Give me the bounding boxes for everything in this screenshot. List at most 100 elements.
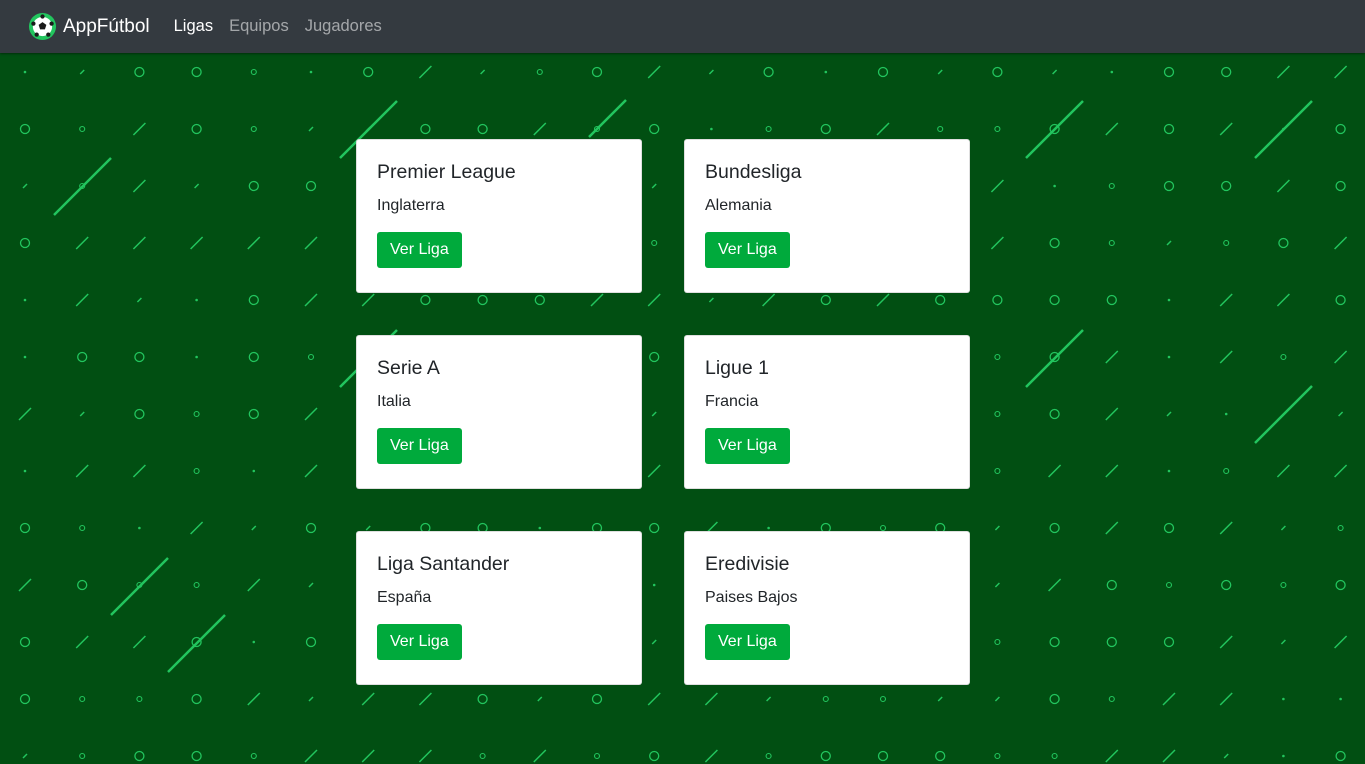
view-league-button[interactable]: Ver Liga	[377, 232, 462, 268]
pattern-mark	[363, 66, 374, 78]
view-league-button[interactable]: Ver Liga	[705, 624, 790, 660]
pattern-mark	[1219, 122, 1233, 136]
pattern-mark	[822, 695, 829, 703]
pattern-mark	[195, 298, 198, 302]
pattern-mark	[649, 522, 660, 534]
pattern-mark	[477, 294, 488, 306]
pattern-mark	[418, 692, 432, 706]
pattern-mark	[132, 236, 146, 250]
league-card-ligue-1: Ligue 1 Francia Ver Liga	[684, 335, 970, 489]
pattern-mark	[1105, 350, 1119, 364]
pattern-mark	[1224, 412, 1228, 416]
pattern-mark	[134, 66, 145, 78]
view-league-button[interactable]: Ver Liga	[377, 624, 462, 660]
league-country: España	[377, 589, 432, 606]
pattern-mark	[708, 69, 714, 75]
pattern-mark	[136, 695, 143, 703]
pattern-mark	[77, 351, 88, 363]
pattern-streak	[167, 614, 226, 673]
pattern-mark	[191, 750, 202, 762]
pattern-mark	[704, 692, 718, 706]
pattern-mark	[250, 125, 257, 133]
pattern-mark	[1335, 123, 1346, 135]
pattern-mark	[308, 126, 314, 132]
view-league-button[interactable]: Ver Liga	[377, 428, 462, 464]
brand-link[interactable]: AppFútbol	[28, 12, 150, 41]
pattern-mark	[1219, 635, 1233, 649]
pattern-mark	[420, 123, 431, 135]
pattern-mark	[479, 752, 486, 760]
pattern-mark	[994, 582, 1000, 588]
pattern-mark	[1221, 180, 1232, 192]
pattern-mark	[79, 69, 85, 75]
pattern-mark	[418, 65, 432, 79]
pattern-mark	[1110, 70, 1114, 74]
nav-link-equipos[interactable]: Equipos	[229, 17, 289, 36]
view-league-button[interactable]: Ver Liga	[705, 428, 790, 464]
pattern-mark	[649, 123, 660, 135]
pattern-mark	[134, 750, 145, 762]
background-pattern	[18, 65, 1348, 763]
pattern-mark	[708, 297, 714, 303]
nav-link-ligas[interactable]: Ligas	[174, 17, 213, 36]
pattern-mark	[765, 125, 772, 133]
league-country: Paises Bajos	[705, 589, 798, 606]
pattern-mark	[19, 237, 31, 249]
pattern-mark	[765, 752, 772, 760]
pattern-mark	[79, 411, 85, 417]
pattern-mark	[1335, 180, 1346, 192]
pattern-mark	[132, 464, 146, 478]
pattern-mark	[1049, 522, 1060, 534]
pattern-mark	[23, 469, 27, 473]
pattern-mark	[361, 293, 375, 307]
pattern-mark	[309, 70, 313, 74]
pattern-mark	[1335, 579, 1346, 591]
pattern-mark	[18, 578, 32, 592]
pattern-mark	[1221, 579, 1232, 591]
view-league-button[interactable]: Ver Liga	[705, 232, 790, 268]
pattern-mark	[1162, 749, 1176, 763]
pattern-mark	[250, 752, 257, 760]
pattern-mark	[134, 351, 145, 363]
pattern-mark	[877, 66, 889, 78]
pattern-mark	[477, 123, 488, 135]
brand-name: AppFútbol	[63, 15, 150, 37]
pattern-mark	[1219, 350, 1233, 364]
pattern-mark	[1219, 692, 1233, 706]
pattern-mark	[132, 122, 146, 136]
nav-link-jugadores[interactable]: Jugadores	[305, 17, 382, 36]
pattern-mark	[647, 293, 661, 307]
pattern-mark	[248, 351, 259, 363]
pattern-mark	[418, 749, 432, 763]
pattern-mark	[1334, 236, 1348, 250]
pattern-mark	[1276, 464, 1290, 478]
pattern-mark	[937, 125, 944, 133]
pattern-mark	[990, 236, 1004, 250]
pattern-mark	[136, 297, 142, 303]
pattern-mark	[590, 293, 604, 307]
pattern-mark	[1280, 353, 1287, 361]
pattern-mark	[1108, 182, 1115, 190]
pattern-mark	[1339, 697, 1342, 701]
pattern-mark	[75, 464, 89, 478]
pattern-mark	[935, 294, 946, 306]
pattern-mark	[191, 123, 202, 135]
pattern-mark	[191, 693, 202, 705]
pattern-mark	[190, 521, 204, 535]
pattern-mark	[75, 635, 89, 649]
pattern-mark	[1049, 408, 1060, 420]
pattern-mark	[1162, 692, 1176, 706]
league-card-bundesliga: Bundesliga Alemania Ver Liga	[684, 139, 970, 293]
pattern-mark	[252, 469, 256, 473]
pattern-mark	[23, 355, 27, 359]
pattern-mark	[1163, 123, 1175, 135]
pattern-mark	[477, 693, 488, 705]
pattern-mark	[820, 294, 831, 306]
pattern-mark	[304, 407, 318, 421]
pattern-mark	[593, 752, 601, 760]
pattern-mark	[1163, 636, 1175, 648]
pattern-mark	[651, 183, 657, 189]
pattern-mark	[305, 522, 317, 534]
pattern-mark	[304, 464, 318, 478]
pattern-streak	[1254, 385, 1313, 444]
